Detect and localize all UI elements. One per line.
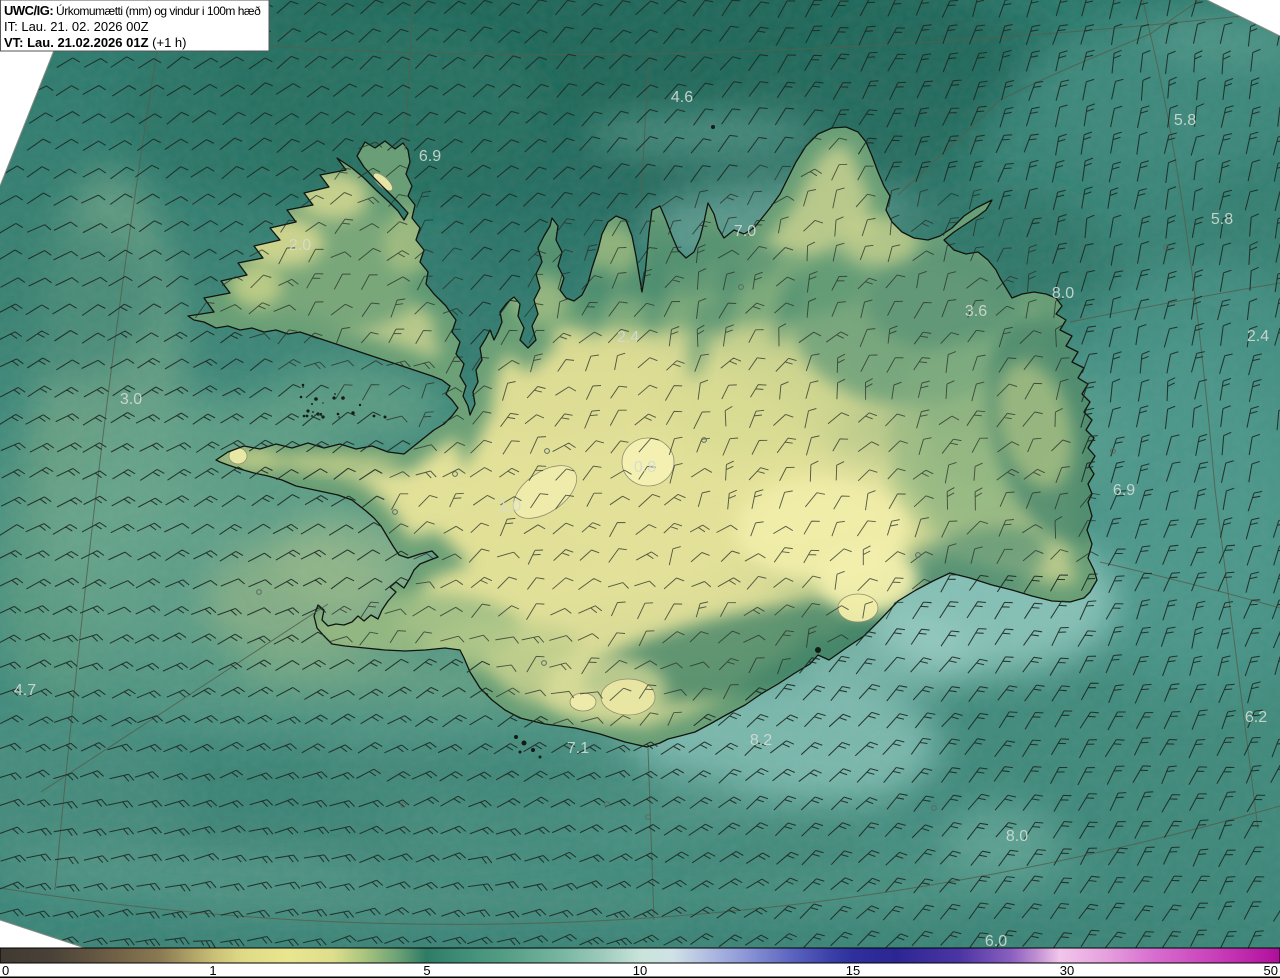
- svg-text:4.6: 4.6: [671, 89, 693, 106]
- svg-text:7.1: 7.1: [567, 740, 589, 757]
- svg-text:VT: Lau. 21.02.2026 01Z (+1 h): VT: Lau. 21.02.2026 01Z (+1 h): [4, 35, 186, 50]
- svg-text:8.2: 8.2: [750, 732, 772, 749]
- svg-text:7.0: 7.0: [734, 223, 756, 240]
- svg-text:3.0: 3.0: [120, 391, 142, 408]
- svg-text:30: 30: [1060, 963, 1074, 978]
- svg-text:5: 5: [423, 963, 430, 978]
- svg-text:10: 10: [633, 963, 647, 978]
- svg-text:5.8: 5.8: [1211, 211, 1233, 228]
- svg-text:2.4: 2.4: [617, 329, 639, 346]
- svg-text:0.8: 0.8: [634, 459, 656, 476]
- svg-text:8.0: 8.0: [1006, 828, 1028, 845]
- svg-text:2.4: 2.4: [1247, 328, 1269, 345]
- svg-text:15: 15: [846, 963, 860, 978]
- svg-text:6.9: 6.9: [419, 148, 441, 165]
- svg-text:4.7: 4.7: [14, 682, 36, 699]
- svg-text:50: 50: [1264, 963, 1278, 978]
- svg-text:6.0: 6.0: [985, 933, 1007, 950]
- svg-text:6.2: 6.2: [1245, 709, 1267, 726]
- svg-text:1.0: 1.0: [499, 498, 521, 515]
- svg-text:5.8: 5.8: [1174, 112, 1196, 129]
- svg-text:UWC/IG: Úrkomumætti (mm) og vi: UWC/IG: Úrkomumætti (mm) og vindur i 100…: [4, 3, 261, 18]
- svg-text:IT: Lau. 21. 02. 2026 00Z: IT: Lau. 21. 02. 2026 00Z: [4, 19, 149, 34]
- svg-text:6.9: 6.9: [1113, 482, 1135, 499]
- svg-text:3.6: 3.6: [965, 303, 987, 320]
- svg-text:8.0: 8.0: [1052, 285, 1074, 302]
- svg-text:1: 1: [209, 963, 216, 978]
- svg-text:2.0: 2.0: [289, 237, 311, 254]
- svg-text:0: 0: [2, 963, 9, 978]
